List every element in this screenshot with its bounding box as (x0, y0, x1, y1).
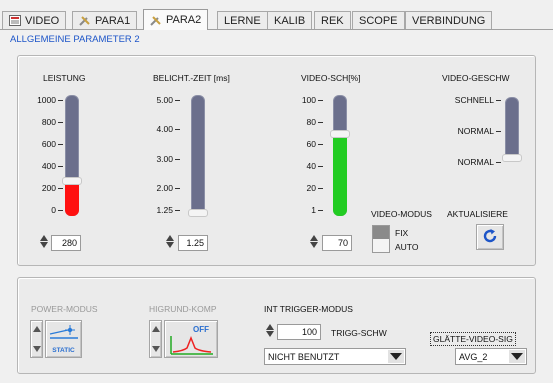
tab-divider (0, 29, 553, 30)
tab-scope[interactable]: SCOPE (352, 11, 405, 29)
tab-para1[interactable]: PARA1 (72, 11, 138, 29)
refresh-icon (481, 227, 499, 248)
video-geschw-thumb[interactable] (502, 154, 522, 162)
int-trigger-label: INT TRIGGER-MODUS (264, 304, 353, 314)
aktualisiere-label: AKTUALISIERE (447, 209, 508, 219)
belicht-tick: 3.00 (138, 154, 180, 164)
leistung-spinner[interactable] (40, 235, 48, 251)
glaette-select[interactable]: AVG_2 (455, 348, 527, 365)
trigg-schw-label: TRIGG-SCHW (331, 328, 387, 338)
tab-label: SCOPE (359, 14, 398, 27)
tab-kalib[interactable]: KALIB (267, 11, 313, 29)
video-sch-tick: 40 (281, 161, 323, 171)
leistung-tick: 600 (21, 139, 63, 149)
trigg-schw-spinner[interactable] (266, 324, 274, 340)
belicht-spinner[interactable] (166, 235, 174, 251)
video-modus-label: VIDEO-MODUS (371, 209, 432, 219)
trigg-schw-value[interactable]: 100 (277, 324, 321, 340)
signal-peak-icon (169, 334, 215, 359)
video-sch-spinner[interactable] (310, 235, 318, 251)
tab-bar: VIDEO PARA1 PARA2 LERNE KALIB REK SCOPE … (0, 9, 553, 30)
belicht-tick: 4.00 (138, 124, 180, 134)
video-sch-tick: 1 (281, 205, 323, 215)
leistung-tick: 1000 (21, 95, 63, 105)
tab-label: VERBINDUNG (412, 14, 486, 27)
video-icon (9, 15, 21, 26)
belicht-slider[interactable] (188, 95, 208, 217)
tab-label: LERNE (224, 14, 261, 27)
video-geschw-tick: NORMAL (441, 157, 501, 167)
tools-icon (150, 15, 162, 26)
slider-panel: LEISTUNG 1000 800 600 400 200 0 280 BELI… (17, 55, 536, 266)
tab-label: PARA2 (166, 14, 202, 26)
belicht-label: BELICHT.-ZEIT [ms] (153, 73, 230, 83)
video-geschw-label: VIDEO-GESCHW (442, 73, 510, 83)
tab-verbindung[interactable]: VERBINDUNG (405, 11, 493, 29)
leistung-tick: 200 (21, 183, 63, 193)
belicht-tick: 2.00 (138, 183, 180, 193)
tools-icon (79, 15, 91, 26)
tab-label: VIDEO (25, 14, 60, 27)
video-sch-thumb[interactable] (330, 130, 350, 138)
belicht-thumb[interactable] (188, 209, 208, 217)
higrund-komp-button-text: OFF (193, 325, 209, 334)
section-title: ALLGEMEINE PARAMETER 2 (10, 34, 140, 45)
power-modus-spinner[interactable] (30, 320, 43, 358)
belicht-tick: 5.00 (138, 95, 180, 105)
leistung-slider[interactable] (62, 95, 82, 216)
video-sch-slider[interactable] (330, 95, 350, 216)
chevron-down-icon (509, 350, 525, 363)
chevron-down-icon (388, 350, 404, 363)
tab-lerne[interactable]: LERNE (217, 11, 268, 29)
power-modus-label: POWER-MODUS (31, 304, 98, 314)
video-sch-label: VIDEO-SCH[%] (301, 73, 361, 83)
higrund-komp-spinner[interactable] (149, 320, 162, 358)
tab-video[interactable]: VIDEO (2, 11, 67, 29)
leistung-thumb[interactable] (62, 177, 82, 185)
video-sch-tick: 60 (281, 139, 323, 149)
trigger-mode-value: NICHT BENUTZT (268, 351, 340, 362)
leistung-tick: 0 (21, 205, 63, 215)
glaette-value: AVG_2 (459, 351, 488, 362)
leistung-value[interactable]: 280 (51, 235, 81, 251)
trigger-mode-select[interactable]: NICHT BENUTZT (264, 348, 406, 365)
tab-label: PARA1 (95, 14, 131, 27)
tab-rek[interactable]: REK (314, 11, 351, 29)
leistung-label: LEISTUNG (43, 73, 86, 83)
belicht-tick: 1.25 (138, 205, 180, 215)
power-modus-button-text: STATIC (52, 347, 75, 354)
leistung-fill (65, 180, 79, 216)
video-sch-tick: 20 (281, 183, 323, 193)
tab-label: KALIB (274, 14, 306, 27)
tab-para2[interactable]: PARA2 (143, 9, 209, 30)
belicht-value[interactable]: 1.25 (178, 235, 208, 251)
glaette-label: GLÄTTE-VIDEO-SIG (430, 332, 516, 346)
video-sch-tick: 100 (281, 95, 323, 105)
video-modus-toggle[interactable] (372, 225, 390, 253)
leistung-tick: 400 (21, 161, 63, 171)
video-sch-fill (333, 133, 347, 216)
video-modus-option: AUTO (395, 242, 419, 252)
aktualisiere-button[interactable] (476, 224, 504, 250)
tab-label: REK (321, 14, 344, 27)
video-sch-value[interactable]: 70 (322, 235, 352, 251)
video-geschw-tick: SCHNELL (441, 95, 501, 105)
video-geschw-tick: NORMAL (441, 126, 501, 136)
laser-beam-icon (48, 324, 80, 343)
video-modus-option: FIX (395, 228, 409, 238)
bottom-panel: POWER-MODUS STATIC HIGRUND-KOMP OFF INT … (17, 277, 536, 374)
leistung-tick: 800 (21, 117, 63, 127)
video-sch-tick: 80 (281, 117, 323, 127)
video-geschw-slider[interactable] (502, 97, 522, 162)
power-modus-button[interactable]: STATIC (45, 320, 82, 358)
higrund-komp-button[interactable]: OFF (164, 320, 218, 358)
higrund-komp-label: HIGRUND-KOMP (149, 304, 217, 314)
